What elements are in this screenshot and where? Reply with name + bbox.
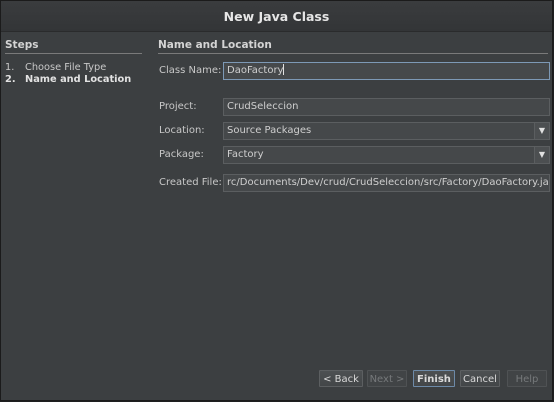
created-file-row: Created File: rc/Documents/Dev/crud/Crud… bbox=[158, 174, 550, 192]
title-bar[interactable]: New Java Class bbox=[1, 1, 552, 32]
created-file-field: rc/Documents/Dev/crud/CrudSeleccion/src/… bbox=[223, 174, 550, 192]
new-java-class-dialog: New Java Class Steps 1. Choose File Type … bbox=[0, 0, 553, 401]
name-location-panel: Name and Location Class Name: DaoFactory… bbox=[158, 39, 550, 192]
back-button[interactable]: < Back bbox=[319, 370, 363, 387]
class-name-row: Class Name: DaoFactory bbox=[158, 62, 550, 80]
chevron-down-icon[interactable]: ▼ bbox=[534, 147, 549, 163]
step-label: Choose File Type bbox=[25, 62, 107, 73]
class-name-label: Class Name: bbox=[159, 65, 222, 76]
location-label: Location: bbox=[159, 125, 205, 136]
next-button[interactable]: Next > bbox=[367, 370, 407, 387]
class-name-value: DaoFactory bbox=[227, 65, 284, 76]
project-field: CrudSeleccion bbox=[223, 98, 550, 116]
package-row: Package: Factory ▼ bbox=[158, 146, 550, 164]
package-value: Factory bbox=[227, 149, 264, 160]
step-label: Name and Location bbox=[25, 74, 132, 85]
steps-title: Steps bbox=[5, 39, 142, 54]
package-label: Package: bbox=[159, 149, 204, 160]
location-select[interactable]: Source Packages ▼ bbox=[223, 122, 550, 140]
cancel-button[interactable]: Cancel bbox=[460, 370, 500, 387]
step-name-and-location: 2. Name and Location bbox=[5, 74, 142, 86]
project-label: Project: bbox=[159, 101, 197, 112]
window-title: New Java Class bbox=[223, 9, 330, 24]
project-row: Project: CrudSeleccion bbox=[158, 98, 550, 116]
location-row: Location: Source Packages ▼ bbox=[158, 122, 550, 140]
step-number: 1. bbox=[5, 62, 15, 73]
button-bar: < Back Next > Finish Cancel Help bbox=[1, 363, 552, 400]
step-choose-file-type: 1. Choose File Type bbox=[5, 62, 142, 74]
created-file-label: Created File: bbox=[159, 177, 222, 188]
package-select[interactable]: Factory ▼ bbox=[223, 146, 550, 164]
steps-panel: Steps 1. Choose File Type 2. Name and Loca… bbox=[5, 39, 142, 359]
class-name-input[interactable]: DaoFactory bbox=[223, 62, 550, 80]
location-value: Source Packages bbox=[227, 125, 312, 136]
help-button[interactable]: Help bbox=[507, 370, 547, 387]
steps-list: 1. Choose File Type 2. Name and Location bbox=[5, 62, 142, 86]
finish-button[interactable]: Finish bbox=[413, 370, 455, 387]
name-location-title: Name and Location bbox=[158, 39, 548, 54]
step-number: 2. bbox=[5, 74, 16, 85]
text-caret bbox=[283, 64, 285, 75]
chevron-down-icon[interactable]: ▼ bbox=[534, 123, 549, 139]
